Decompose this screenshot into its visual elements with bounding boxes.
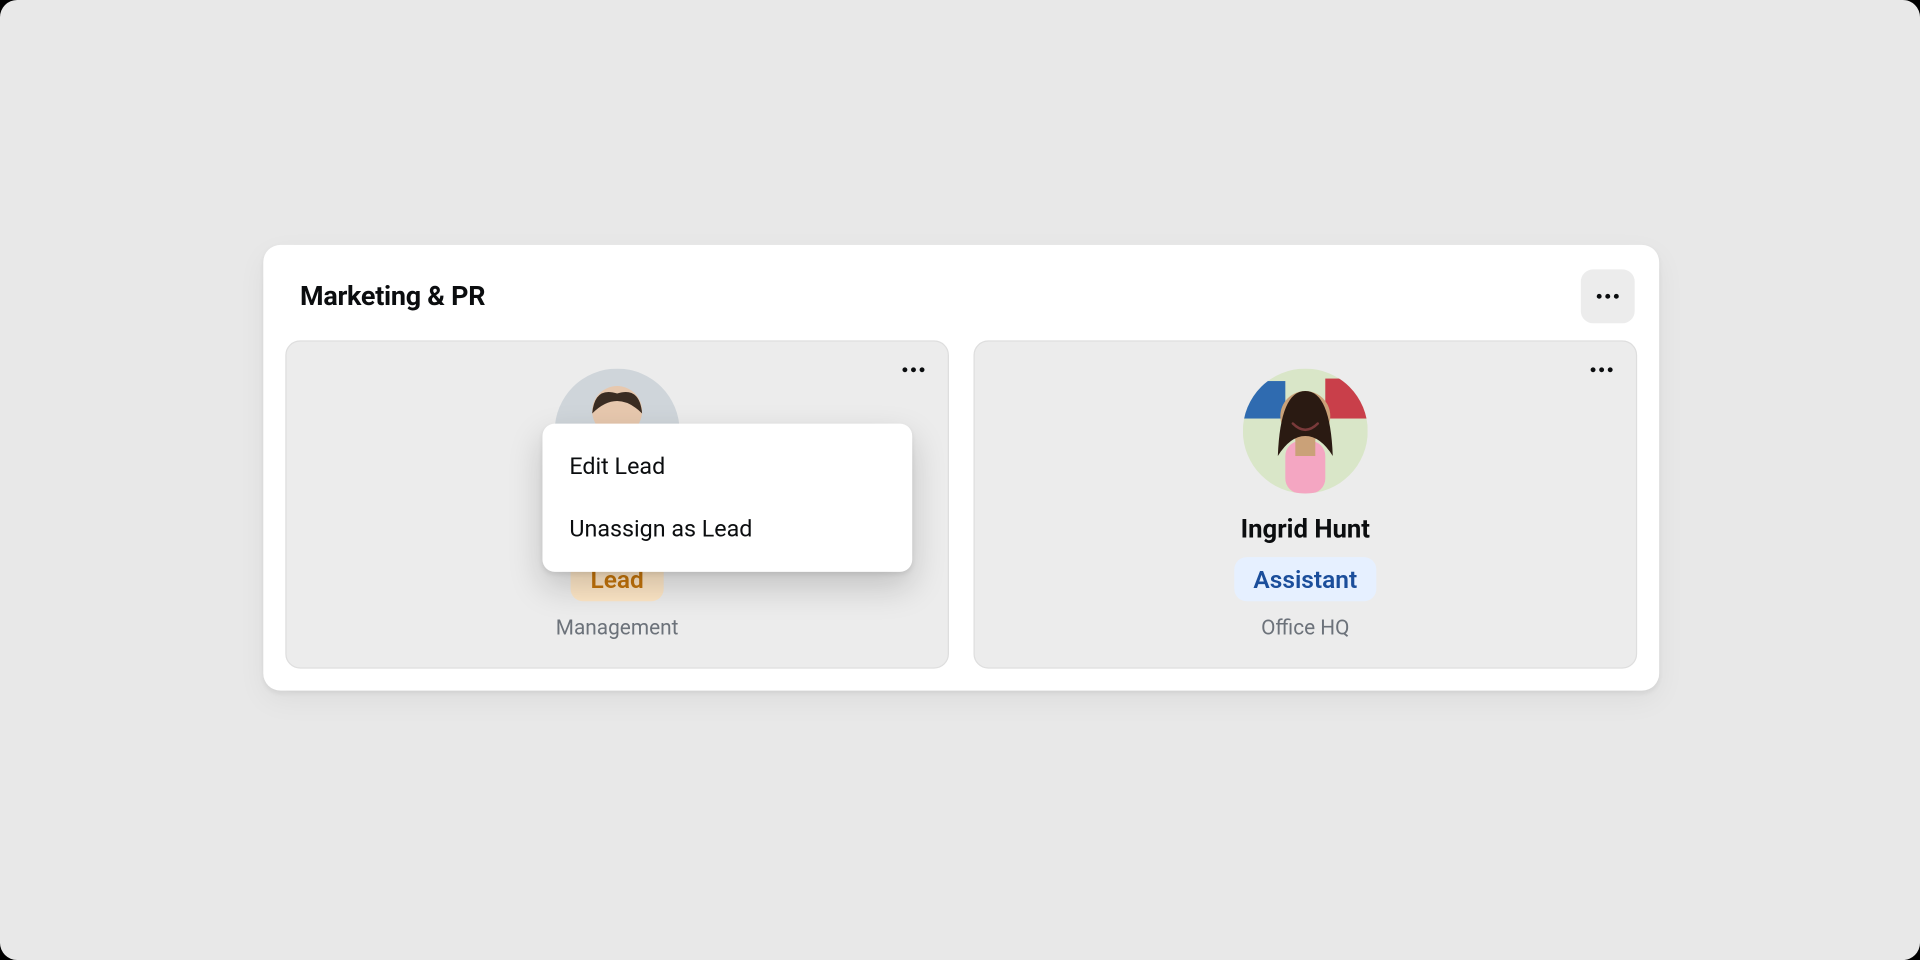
cards-row: Chris Lead Management <box>285 340 1637 668</box>
team-label: Management <box>556 616 679 640</box>
app-frame: Marketing & PR <box>0 0 1920 960</box>
card-more-button[interactable] <box>1580 351 1624 388</box>
menu-item-unassign-lead[interactable]: Unassign as Lead <box>542 498 912 560</box>
section-actions <box>1581 269 1635 323</box>
ellipsis-icon <box>1597 294 1619 299</box>
menu-item-edit-lead[interactable]: Edit Lead <box>542 436 912 498</box>
section-title: Marketing & PR <box>300 281 485 312</box>
avatar <box>1243 369 1368 494</box>
role-badge: Assistant <box>1234 557 1377 601</box>
section-header: Marketing & PR <box>285 267 1637 340</box>
team-label: Office HQ <box>1261 616 1349 640</box>
card-context-menu: Edit Lead Unassign as Lead <box>542 424 912 572</box>
ellipsis-icon <box>1591 367 1613 372</box>
card-more-button[interactable] <box>891 351 935 388</box>
section-more-button[interactable] <box>1581 269 1635 323</box>
team-section-panel: Marketing & PR <box>263 245 1659 691</box>
person-name: Ingrid Hunt <box>1241 516 1370 545</box>
person-card[interactable]: Ingrid Hunt Assistant Office HQ <box>973 340 1637 668</box>
ellipsis-icon <box>902 367 924 372</box>
